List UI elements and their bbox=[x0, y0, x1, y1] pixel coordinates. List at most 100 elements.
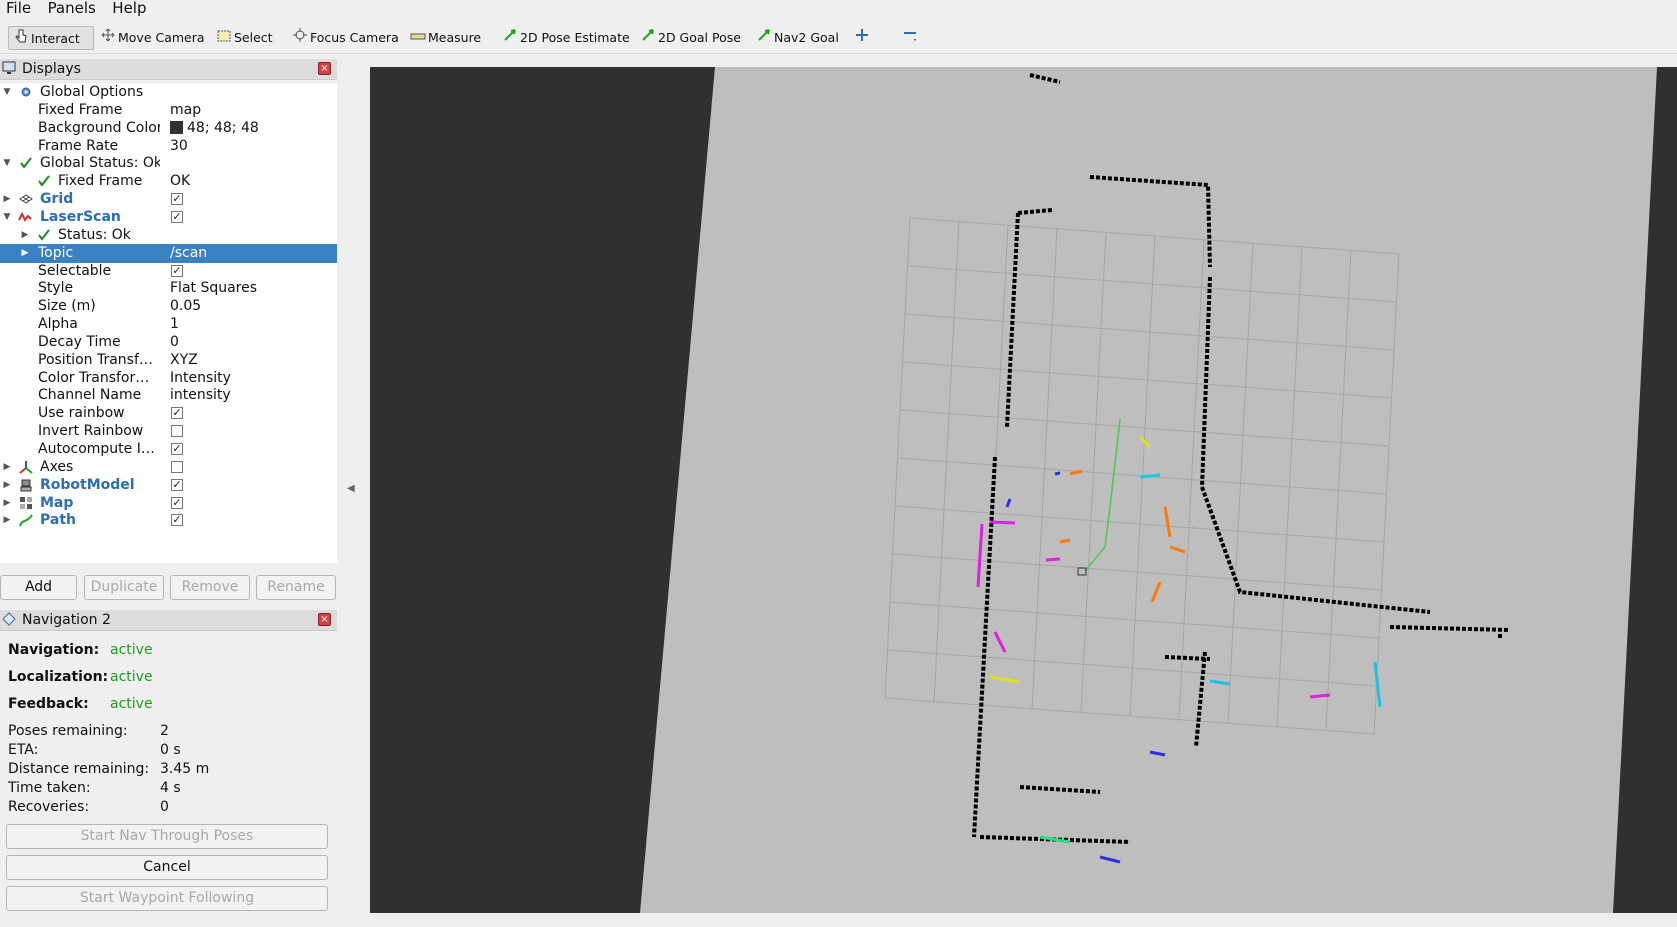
green-arrow-icon bbox=[756, 26, 772, 50]
green-arrow-icon bbox=[640, 26, 656, 50]
expand-right-icon[interactable]: ▶ bbox=[2, 476, 12, 495]
display-row-label: Fixed Frame bbox=[58, 173, 143, 190]
display-checkbox[interactable]: ✓ bbox=[171, 264, 183, 277]
measure-tool[interactable]: Measure bbox=[406, 26, 485, 50]
monitor-icon bbox=[2, 61, 16, 75]
display-row[interactable]: Size (m) 0.05 bbox=[0, 297, 337, 316]
display-row[interactable]: ▶ Map ✓ bbox=[0, 494, 337, 513]
menu-panels[interactable]: Panels bbox=[42, 0, 102, 17]
display-row-value[interactable]: Intensity bbox=[170, 369, 231, 388]
display-row[interactable]: Background Color 48; 48; 48 bbox=[0, 119, 337, 138]
expand-right-icon[interactable]: ▶ bbox=[20, 226, 30, 245]
display-checkbox[interactable] bbox=[171, 425, 183, 438]
expand-right-icon[interactable]: ▶ bbox=[2, 190, 12, 209]
ruler-icon bbox=[410, 26, 426, 50]
display-row[interactable]: Color Transfor… Intensity bbox=[0, 369, 337, 388]
display-checkbox[interactable] bbox=[171, 460, 183, 473]
display-row[interactable]: Fixed Frame map bbox=[0, 101, 337, 120]
display-row-value[interactable]: intensity bbox=[170, 386, 231, 405]
nav-metric-poses-remaining: Poses remaining: 2 bbox=[8, 723, 169, 739]
expand-right-icon[interactable]: ▶ bbox=[2, 494, 12, 513]
nav-status-localization: Localization: active bbox=[8, 669, 153, 685]
add-tool-button[interactable] bbox=[850, 26, 876, 50]
close-displays-button[interactable]: × bbox=[318, 62, 331, 75]
expand-right-icon[interactable]: ▶ bbox=[2, 458, 12, 477]
display-row[interactable]: Fixed Frame OK bbox=[0, 172, 337, 191]
render-viewport[interactable] bbox=[370, 67, 1677, 913]
collapse-panel-arrow-icon[interactable]: ◀ bbox=[347, 483, 355, 494]
display-row[interactable]: Invert Rainbow bbox=[0, 422, 337, 441]
duplicate-display-button[interactable]: Duplicate bbox=[84, 575, 164, 600]
display-row-value[interactable]: 0.05 bbox=[170, 297, 201, 316]
remove-tool-button[interactable] bbox=[898, 26, 924, 50]
display-checkbox[interactable]: ✓ bbox=[171, 496, 183, 509]
move-camera-icon bbox=[100, 26, 116, 50]
display-row[interactable]: ▶ Axes bbox=[0, 458, 337, 477]
display-row[interactable]: Style Flat Squares bbox=[0, 279, 337, 298]
display-row-label: RobotModel bbox=[40, 476, 135, 493]
display-row[interactable]: ▶ Status: Ok bbox=[0, 226, 337, 245]
display-row-label: Invert Rainbow bbox=[38, 423, 144, 440]
display-row[interactable]: ▼ Global Status: Ok bbox=[0, 154, 337, 173]
display-checkbox[interactable]: ✓ bbox=[171, 478, 183, 491]
nav2-goal-tool[interactable]: Nav2 Goal bbox=[752, 26, 843, 50]
display-row-value[interactable]: 0 bbox=[170, 333, 179, 352]
select-tool[interactable]: Select bbox=[212, 26, 277, 50]
move-camera-tool[interactable]: Move Camera bbox=[96, 26, 209, 50]
expand-right-icon[interactable]: ▶ bbox=[2, 511, 12, 530]
nav-status-navigation: Navigation: active bbox=[8, 642, 153, 658]
display-row[interactable]: ▼ Global Options bbox=[0, 83, 337, 102]
menu-file[interactable]: File bbox=[0, 0, 37, 17]
display-row-value[interactable]: 1 bbox=[170, 315, 179, 334]
diamond-icon bbox=[2, 612, 16, 626]
display-row[interactable]: Alpha 1 bbox=[0, 315, 337, 334]
plus-icon bbox=[854, 26, 870, 50]
expand-right-icon[interactable]: ▶ bbox=[20, 244, 30, 263]
display-row[interactable]: ▶ Grid ✓ bbox=[0, 190, 337, 209]
display-row[interactable]: Position Transf… XYZ bbox=[0, 351, 337, 370]
occupancy-map bbox=[640, 67, 1657, 913]
interact-tool[interactable]: Interact bbox=[8, 26, 94, 50]
display-row-value[interactable]: XYZ bbox=[170, 351, 198, 370]
display-row[interactable]: ▶ Topic/scan bbox=[0, 243, 337, 263]
display-row-value[interactable]: 48; 48; 48 bbox=[170, 119, 259, 138]
start-waypoint-following-button[interactable]: Start Waypoint Following bbox=[6, 886, 328, 911]
display-checkbox[interactable]: ✓ bbox=[171, 514, 183, 527]
expand-down-icon[interactable]: ▼ bbox=[2, 154, 12, 173]
menu-help[interactable]: Help bbox=[106, 0, 152, 17]
display-row[interactable]: Selectable ✓ bbox=[0, 262, 337, 281]
displays-panel-title: Displays bbox=[22, 61, 81, 77]
focus-camera-tool[interactable]: Focus Camera bbox=[288, 26, 403, 50]
display-row[interactable]: ▶ RobotModel ✓ bbox=[0, 476, 337, 495]
display-row[interactable]: Autocompute I… ✓ bbox=[0, 440, 337, 459]
expand-down-icon[interactable]: ▼ bbox=[2, 208, 12, 227]
display-row[interactable]: Channel Name intensity bbox=[0, 386, 337, 405]
display-row[interactable]: Use rainbow ✓ bbox=[0, 404, 337, 423]
display-checkbox[interactable]: ✓ bbox=[171, 407, 183, 420]
2d-goal-pose-tool[interactable]: 2D Goal Pose bbox=[636, 26, 745, 50]
display-row-value[interactable]: map bbox=[170, 101, 201, 120]
display-row-label: Selectable bbox=[38, 262, 112, 279]
display-row[interactable]: ▶ Path ✓ bbox=[0, 511, 337, 530]
display-row-value[interactable]: /scan bbox=[170, 244, 207, 263]
display-row-value[interactable]: OK bbox=[170, 172, 190, 191]
start-nav-through-poses-button[interactable]: Start Nav Through Poses bbox=[6, 824, 328, 849]
display-row-value[interactable]: Flat Squares bbox=[170, 279, 257, 298]
display-row-label: Background Color bbox=[38, 119, 160, 136]
display-row[interactable]: ▼ LaserScan ✓ bbox=[0, 208, 337, 227]
close-navigation-button[interactable]: × bbox=[318, 613, 331, 626]
add-display-button[interactable]: Add bbox=[0, 575, 77, 600]
display-row[interactable]: Frame Rate 30 bbox=[0, 137, 337, 156]
display-row[interactable]: Decay Time 0 bbox=[0, 333, 337, 352]
rename-display-button[interactable]: Rename bbox=[256, 575, 336, 600]
display-row-label: Alpha bbox=[38, 316, 78, 333]
remove-display-button[interactable]: Remove bbox=[170, 575, 250, 600]
display-checkbox[interactable]: ✓ bbox=[171, 210, 183, 223]
2d-pose-estimate-tool[interactable]: 2D Pose Estimate bbox=[498, 26, 634, 50]
display-checkbox[interactable]: ✓ bbox=[171, 443, 183, 455]
display-row-label: LaserScan bbox=[40, 208, 121, 225]
display-row-value[interactable]: 30 bbox=[170, 137, 188, 156]
expand-down-icon[interactable]: ▼ bbox=[2, 83, 12, 102]
cancel-button[interactable]: Cancel bbox=[6, 855, 328, 880]
display-checkbox[interactable]: ✓ bbox=[171, 193, 183, 206]
